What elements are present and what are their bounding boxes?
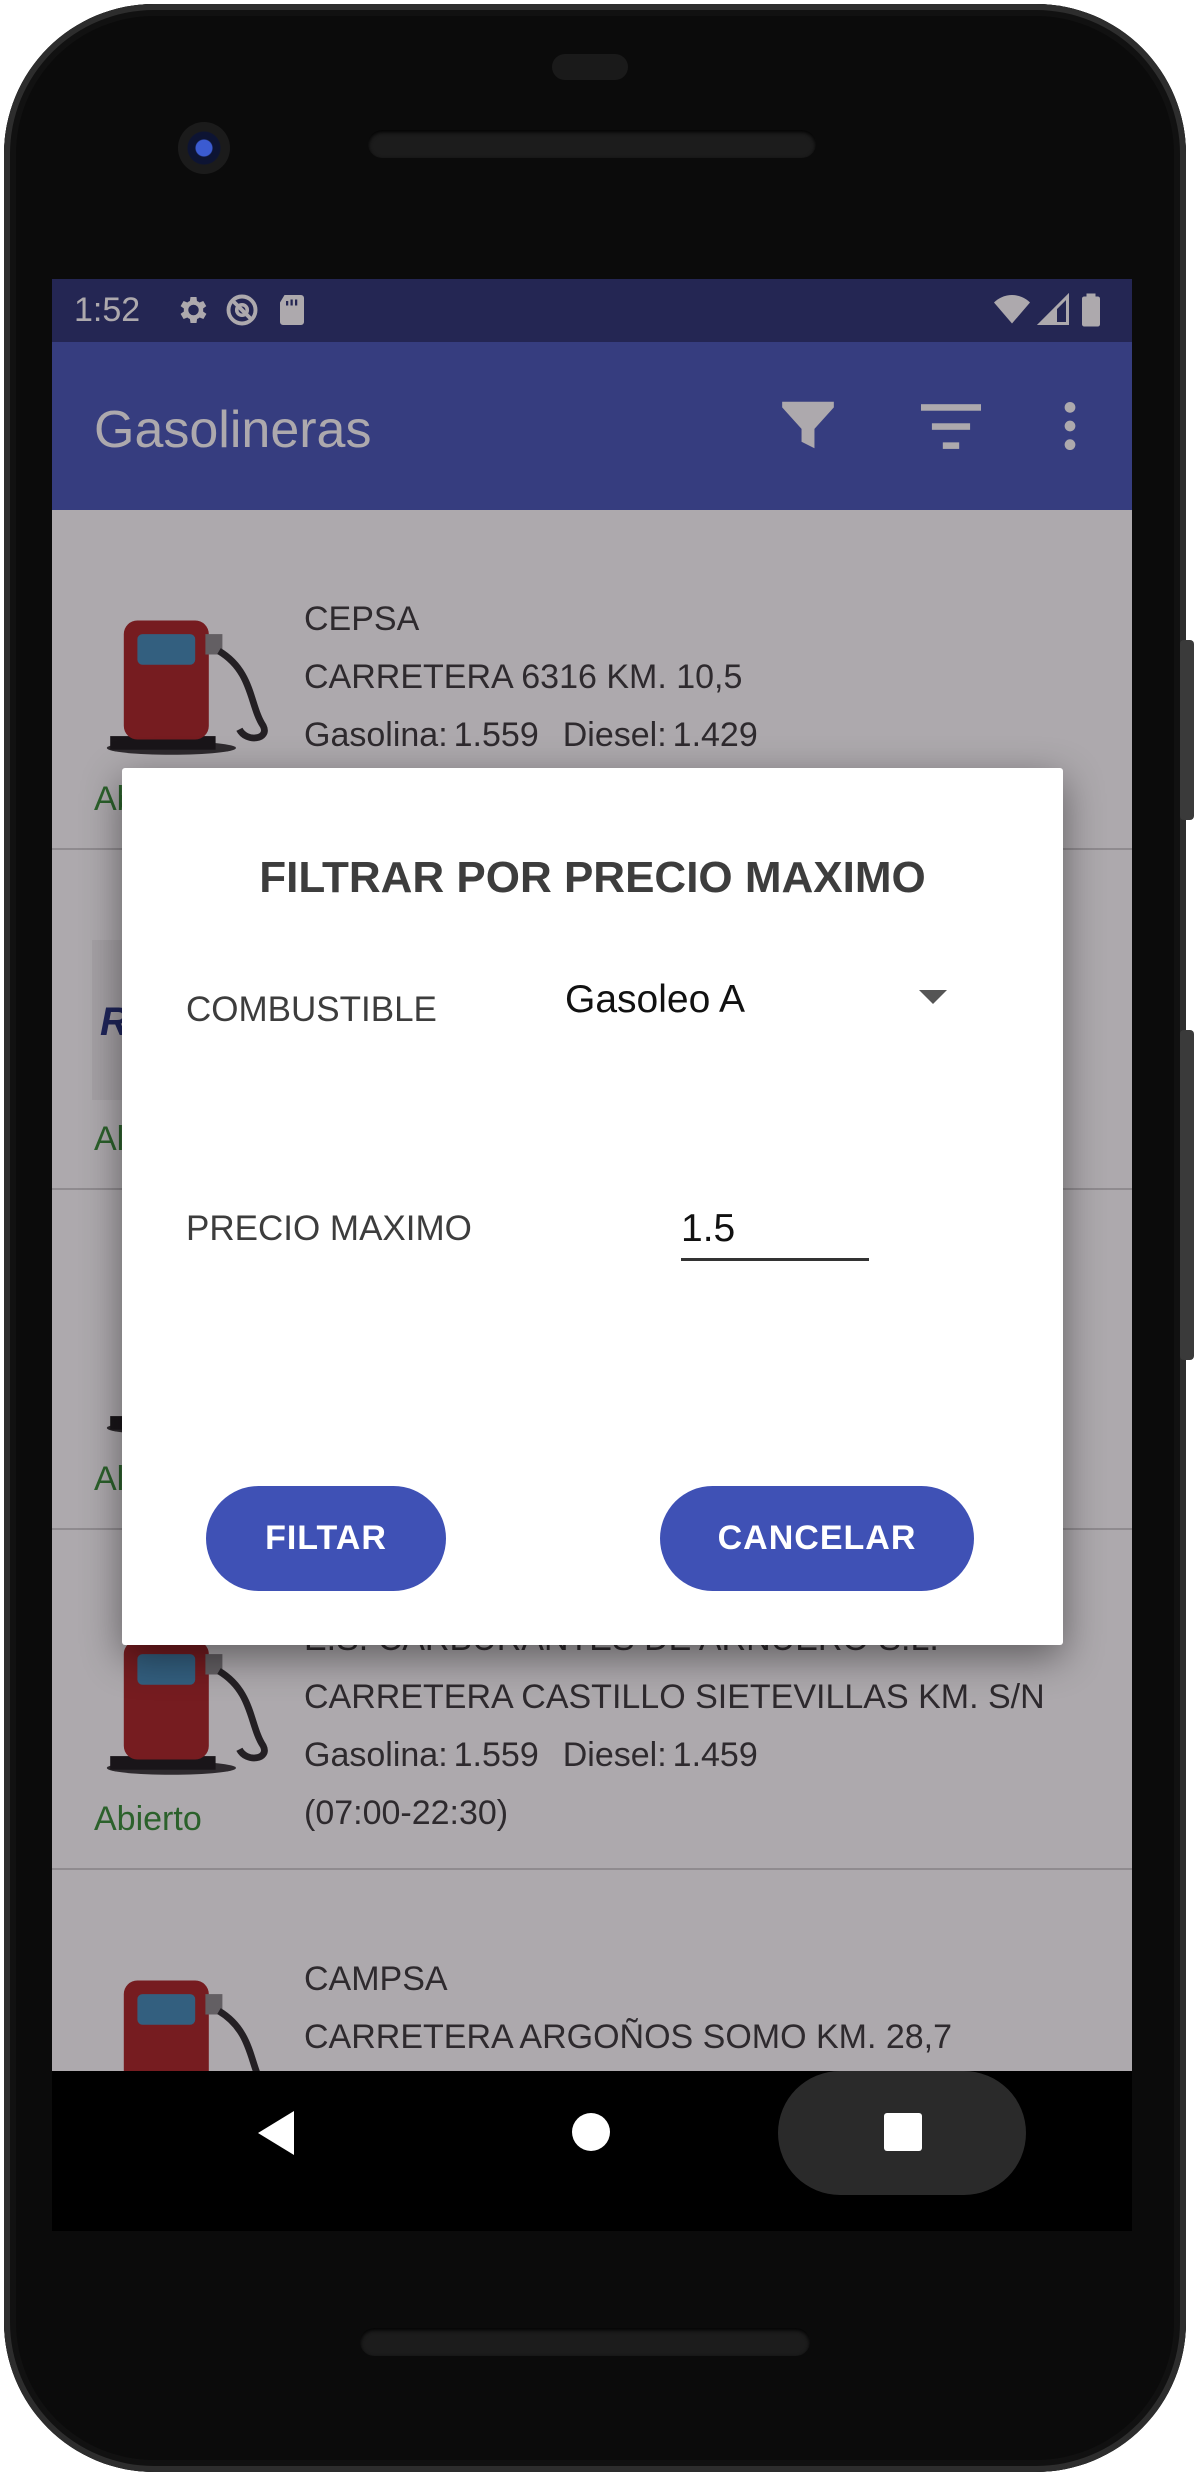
chevron-down-icon [919,990,947,1004]
earpiece-speaker [368,130,816,158]
recents-icon[interactable] [884,2113,922,2151]
bottom-speaker [360,2328,810,2356]
fuel-spinner[interactable]: Gasoleo A [542,958,972,1048]
power-button [1180,640,1194,820]
dialog-title: FILTRAR POR PRECIO MAXIMO [259,853,926,902]
fuel-spinner-value: Gasoleo A [565,978,745,1021]
filter-button[interactable]: FILTAR [206,1486,446,1591]
front-camera-icon [178,122,230,174]
cancel-button[interactable]: CANCELAR [660,1486,974,1591]
filter-dialog: FILTRAR POR PRECIO MAXIMO COMBUSTIBLE Ga… [122,768,1063,1645]
phone-frame: 1:52 Gasolineras Ab CEPSA CARRETERA 6316… [0,0,1194,2480]
volume-button [1180,1030,1194,1360]
home-icon[interactable] [572,2113,610,2151]
back-icon[interactable] [258,2111,294,2155]
max-price-input[interactable] [681,1200,869,1261]
screen: 1:52 Gasolineras Ab CEPSA CARRETERA 6316… [52,279,1132,2071]
top-slot [552,54,628,80]
fuel-label: COMBUSTIBLE [186,990,437,1029]
navigation-bar [52,2071,1132,2231]
price-label: PRECIO MAXIMO [186,1209,472,1248]
